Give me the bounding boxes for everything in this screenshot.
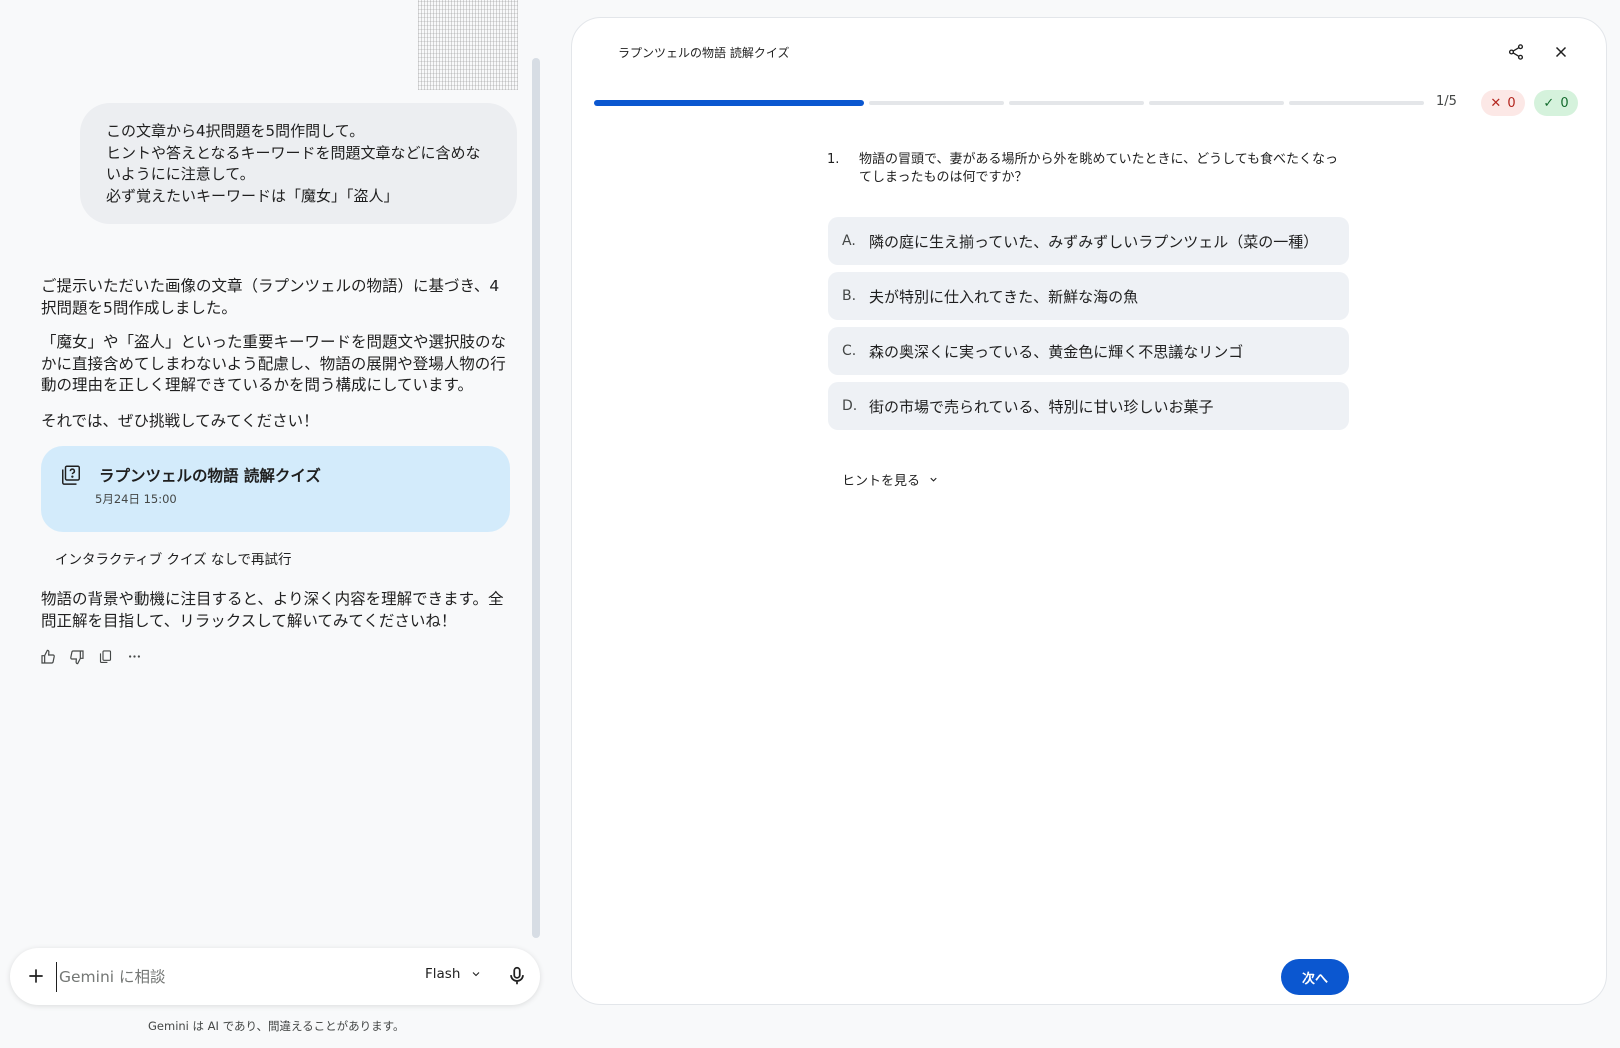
answer-options: A. 隣の庭に生え揃っていた、みずみずしいラプンツェル（菜の一種） B. 夫が特… [828,217,1349,437]
response-paragraph: それでは、ぜひ挑戦してみてください！ [41,412,319,430]
right-count-badge: ✓ 0 [1534,90,1578,116]
model-label: Flash [425,966,461,982]
wrong-count: 0 [1507,95,1516,111]
thumb-up-icon[interactable] [38,647,57,666]
retry-without-quiz-link[interactable]: インタラクティブ クイズ なしで再試行 [55,548,291,568]
progress-segment [1009,101,1144,105]
option-letter: A. [842,233,856,249]
quiz-card[interactable]: ラプンツェルの物語 読解クイズ 5月24日 15:00 [41,446,510,532]
response-paragraph: ご提示いただいた画像の文章（ラプンツェルの物語）に基づき、4択問題を5問作成しま… [41,277,500,317]
quiz-progress-bar [594,100,1424,106]
question-counter: 1/5 [1436,94,1457,109]
close-icon[interactable] [1552,43,1570,61]
option-text: 街の市場で売られている、特別に甘い珍しいお菓子 [869,397,1214,416]
option-letter: C. [842,343,857,359]
hint-label: ヒントを見る [842,474,921,489]
response-paragraph: 「魔女」や「盗人」といった重要キーワードを問題文や選択肢のなかに直接含めてしまわ… [41,333,507,394]
prompt-input[interactable] [56,962,376,992]
option-text: 森の奥深くに実っている、黄金色に輝く不思議なリンゴ [869,342,1244,361]
more-icon[interactable] [125,647,144,666]
progress-segment-done [594,100,864,106]
thumb-down-icon[interactable] [67,647,86,666]
question: 1. 物語の冒頭で、妻がある場所から外を眺めていたときに、どうしても食べたくなっ… [827,151,1347,187]
quiz-card-date: 5月24日 15:00 [95,492,177,506]
user-message-line: いようにに注意して。 [106,165,255,183]
show-hint-button[interactable]: ヒントを見る [842,470,939,489]
quiz-icon [62,465,80,485]
answer-option-c[interactable]: C. 森の奥深くに実っている、黄金色に輝く不思議なリンゴ [828,327,1349,375]
user-message-line: この文章から4択問題を5問作問して。 [106,122,365,140]
chat-scrollbar[interactable] [532,58,540,938]
option-text: 夫が特別に仕入れてきた、新鮮な海の魚 [869,287,1139,306]
share-icon[interactable] [1507,43,1525,61]
chat-column: この文章から4択問題を5問作問して。 ヒントや答えとなるキーワードを問題文章など… [0,0,545,1048]
response-paragraph: 物語の背景や動機に注目すると、より深く内容を理解できます。全問正解を目指して、リ… [41,590,504,630]
wrong-count-badge: ✕ 0 [1481,90,1525,116]
user-message-bubble: この文章から4択問題を5問作問して。 ヒントや答えとなるキーワードを問題文章など… [80,103,517,224]
check-mark-icon: ✓ [1543,95,1555,111]
user-message-line: 必ず覚えたいキーワードは「魔女」「盗人」 [106,186,399,205]
quiz-card-title: ラプンツェルの物語 読解クイズ [99,467,321,485]
option-letter: D. [842,398,858,414]
plus-icon[interactable] [26,966,46,986]
uploaded-image-thumbnail[interactable] [418,0,518,90]
question-number: 1. [827,152,840,167]
answer-option-b[interactable]: B. 夫が特別に仕入れてきた、新鮮な海の魚 [828,272,1349,320]
progress-segment [1149,101,1284,105]
answer-option-a[interactable]: A. 隣の庭に生え揃っていた、みずみずしいラプンツェル（菜の一種） [828,217,1349,265]
chevron-down-icon [473,972,480,977]
quiz-panel-title: ラプンツェルの物語 読解クイズ [618,46,790,60]
ai-disclaimer: Gemini は AI であり、間違えることがあります。 [148,1019,405,1033]
answer-option-d[interactable]: D. 街の市場で売られている、特別に甘い珍しいお菓子 [828,382,1349,430]
next-button[interactable]: 次へ [1281,959,1349,995]
copy-icon[interactable] [96,647,115,666]
option-letter: B. [842,288,857,304]
x-mark-icon: ✕ [1490,95,1502,111]
option-text: 隣の庭に生え揃っていた、みずみずしいラプンツェル（菜の一種） [869,232,1319,251]
chat-composer: Flash [10,948,540,1005]
progress-segment [869,101,1004,105]
question-text: 物語の冒頭で、妻がある場所から外を眺めていたときに、どうしても食べたくなってしま… [859,152,1339,185]
user-message-line: ヒントや答えとなるキーワードを問題文章などに含めな [106,143,481,162]
right-count: 0 [1560,95,1569,111]
quiz-panel: ラプンツェルの物語 読解クイズ 1/5 ✕ 0 ✓ 0 1. 物語の冒頭で、妻が… [571,17,1607,1005]
microphone-icon[interactable] [506,965,528,987]
model-selector[interactable]: Flash [425,966,482,982]
progress-segment [1289,101,1424,105]
chevron-down-icon [930,477,937,482]
response-actions [38,647,144,666]
